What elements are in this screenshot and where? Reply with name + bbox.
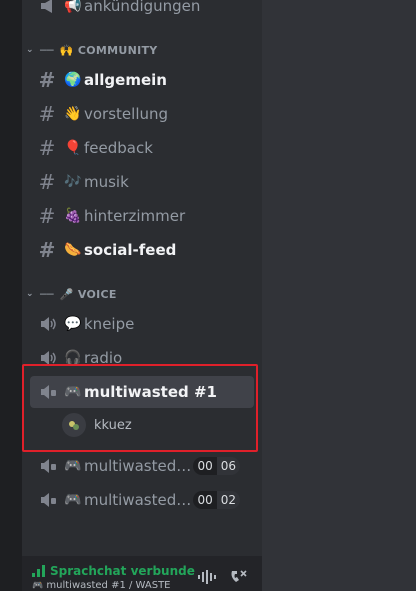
channel-social-feed[interactable]: # 🌭 social-feed [30, 234, 254, 266]
user-limit-badge: 00 02 [193, 491, 240, 509]
voice-status-label: Sprachchat verbunde [50, 564, 195, 578]
category-community[interactable]: ⌄ ── 🙌 COMMUNITY [26, 41, 158, 59]
hotdog-emoji-icon: 🌭 [64, 242, 82, 258]
globe-emoji-icon: 🌍 [64, 72, 82, 88]
chat-pane-edge [262, 0, 416, 591]
speaker-lock-icon [38, 490, 58, 510]
chevron-down-icon: ⌄ [26, 45, 34, 55]
server-rail [0, 0, 22, 591]
balloon-emoji-icon: 🎈 [64, 140, 82, 156]
channel-label: social-feed [84, 241, 177, 259]
signal-strength-icon [32, 565, 45, 577]
voice-connection-panel: Sprachchat verbunde 🎮 multiwasted #1 / W… [22, 556, 262, 591]
channel-ankuendigungen[interactable]: 📢 ankündigungen [30, 0, 254, 22]
gamepad-emoji-icon: 🎮 [64, 458, 82, 474]
hash-icon: # [38, 136, 56, 160]
user-limit-badge: 00 06 [193, 457, 240, 475]
channel-label: hinterzimmer [84, 207, 186, 225]
disconnect-call-icon[interactable] [228, 568, 248, 586]
user-limit: 06 [216, 457, 240, 475]
raised-hands-icon: 🙌 [59, 43, 74, 57]
grapes-emoji-icon: 🍇 [64, 208, 82, 224]
channel-label: kneipe [84, 315, 135, 333]
hash-icon: # [38, 102, 56, 126]
megaphone-emoji-icon: 📢 [64, 0, 82, 14]
user-count: 00 [193, 457, 217, 475]
dash-decoration: ── [40, 43, 54, 57]
speech-bubble-emoji-icon: 💬 [64, 316, 82, 332]
gamepad-emoji-icon: 🎮 [64, 492, 82, 508]
gamepad-emoji-icon: 🎮 [32, 581, 44, 591]
channel-label: allgemein [84, 71, 167, 89]
category-label: VOICE [77, 287, 117, 301]
voice-channel-path[interactable]: 🎮 multiwasted #1 / WASTE [32, 580, 171, 591]
hash-icon: # [38, 68, 56, 92]
user-limit: 02 [216, 491, 240, 509]
dash-decoration: ── [40, 287, 54, 301]
megaphone-icon [38, 0, 58, 16]
channel-label: vorstellung [84, 105, 169, 123]
channel-label: musik [84, 173, 129, 191]
channel-label: feedback [84, 139, 153, 157]
channel-label: multiwasted… [84, 491, 192, 509]
channel-allgemein[interactable]: # 🌍 allgemein [30, 64, 254, 96]
channel-label: ankündigungen [84, 0, 201, 15]
channel-hinterzimmer[interactable]: # 🍇 hinterzimmer [30, 200, 254, 232]
channel-label: multiwasted… [84, 457, 192, 475]
channel-musik[interactable]: # 🎶 musik [30, 166, 254, 198]
hash-icon: # [38, 238, 56, 262]
noise-suppression-icon[interactable] [197, 568, 217, 586]
channel-feedback[interactable]: # 🎈 feedback [30, 132, 254, 164]
speaker-icon [38, 314, 58, 334]
hash-lock-icon: # [38, 204, 56, 228]
music-notes-emoji-icon: 🎶 [64, 174, 82, 190]
waving-hand-emoji-icon: 👋 [64, 106, 82, 122]
voice-channel-multiwasted-3[interactable]: 🎮 multiwasted… 00 02 [30, 484, 254, 516]
channel-vorstellung[interactable]: # 👋 vorstellung [30, 98, 254, 130]
hash-icon: # [38, 170, 56, 194]
channel-sidebar: 📢 ankündigungen ⌄ ── 🙌 COMMUNITY # 🌍 all… [22, 0, 262, 591]
category-voice[interactable]: ⌄ ── 🎤 VOICE [26, 285, 117, 303]
speaker-lock-icon [38, 456, 58, 476]
highlight-box [22, 364, 258, 452]
voice-channel-path-label: multiwasted #1 / WASTE [46, 580, 171, 591]
category-label: COMMUNITY [77, 43, 158, 57]
voice-channel-multiwasted-2[interactable]: 🎮 multiwasted… 00 06 [30, 450, 254, 482]
user-count: 00 [193, 491, 217, 509]
voice-channel-kneipe[interactable]: 💬 kneipe [30, 308, 254, 340]
microphone-icon: 🎤 [59, 287, 74, 301]
chevron-down-icon: ⌄ [26, 289, 34, 299]
voice-status[interactable]: Sprachchat verbunde [32, 564, 195, 578]
